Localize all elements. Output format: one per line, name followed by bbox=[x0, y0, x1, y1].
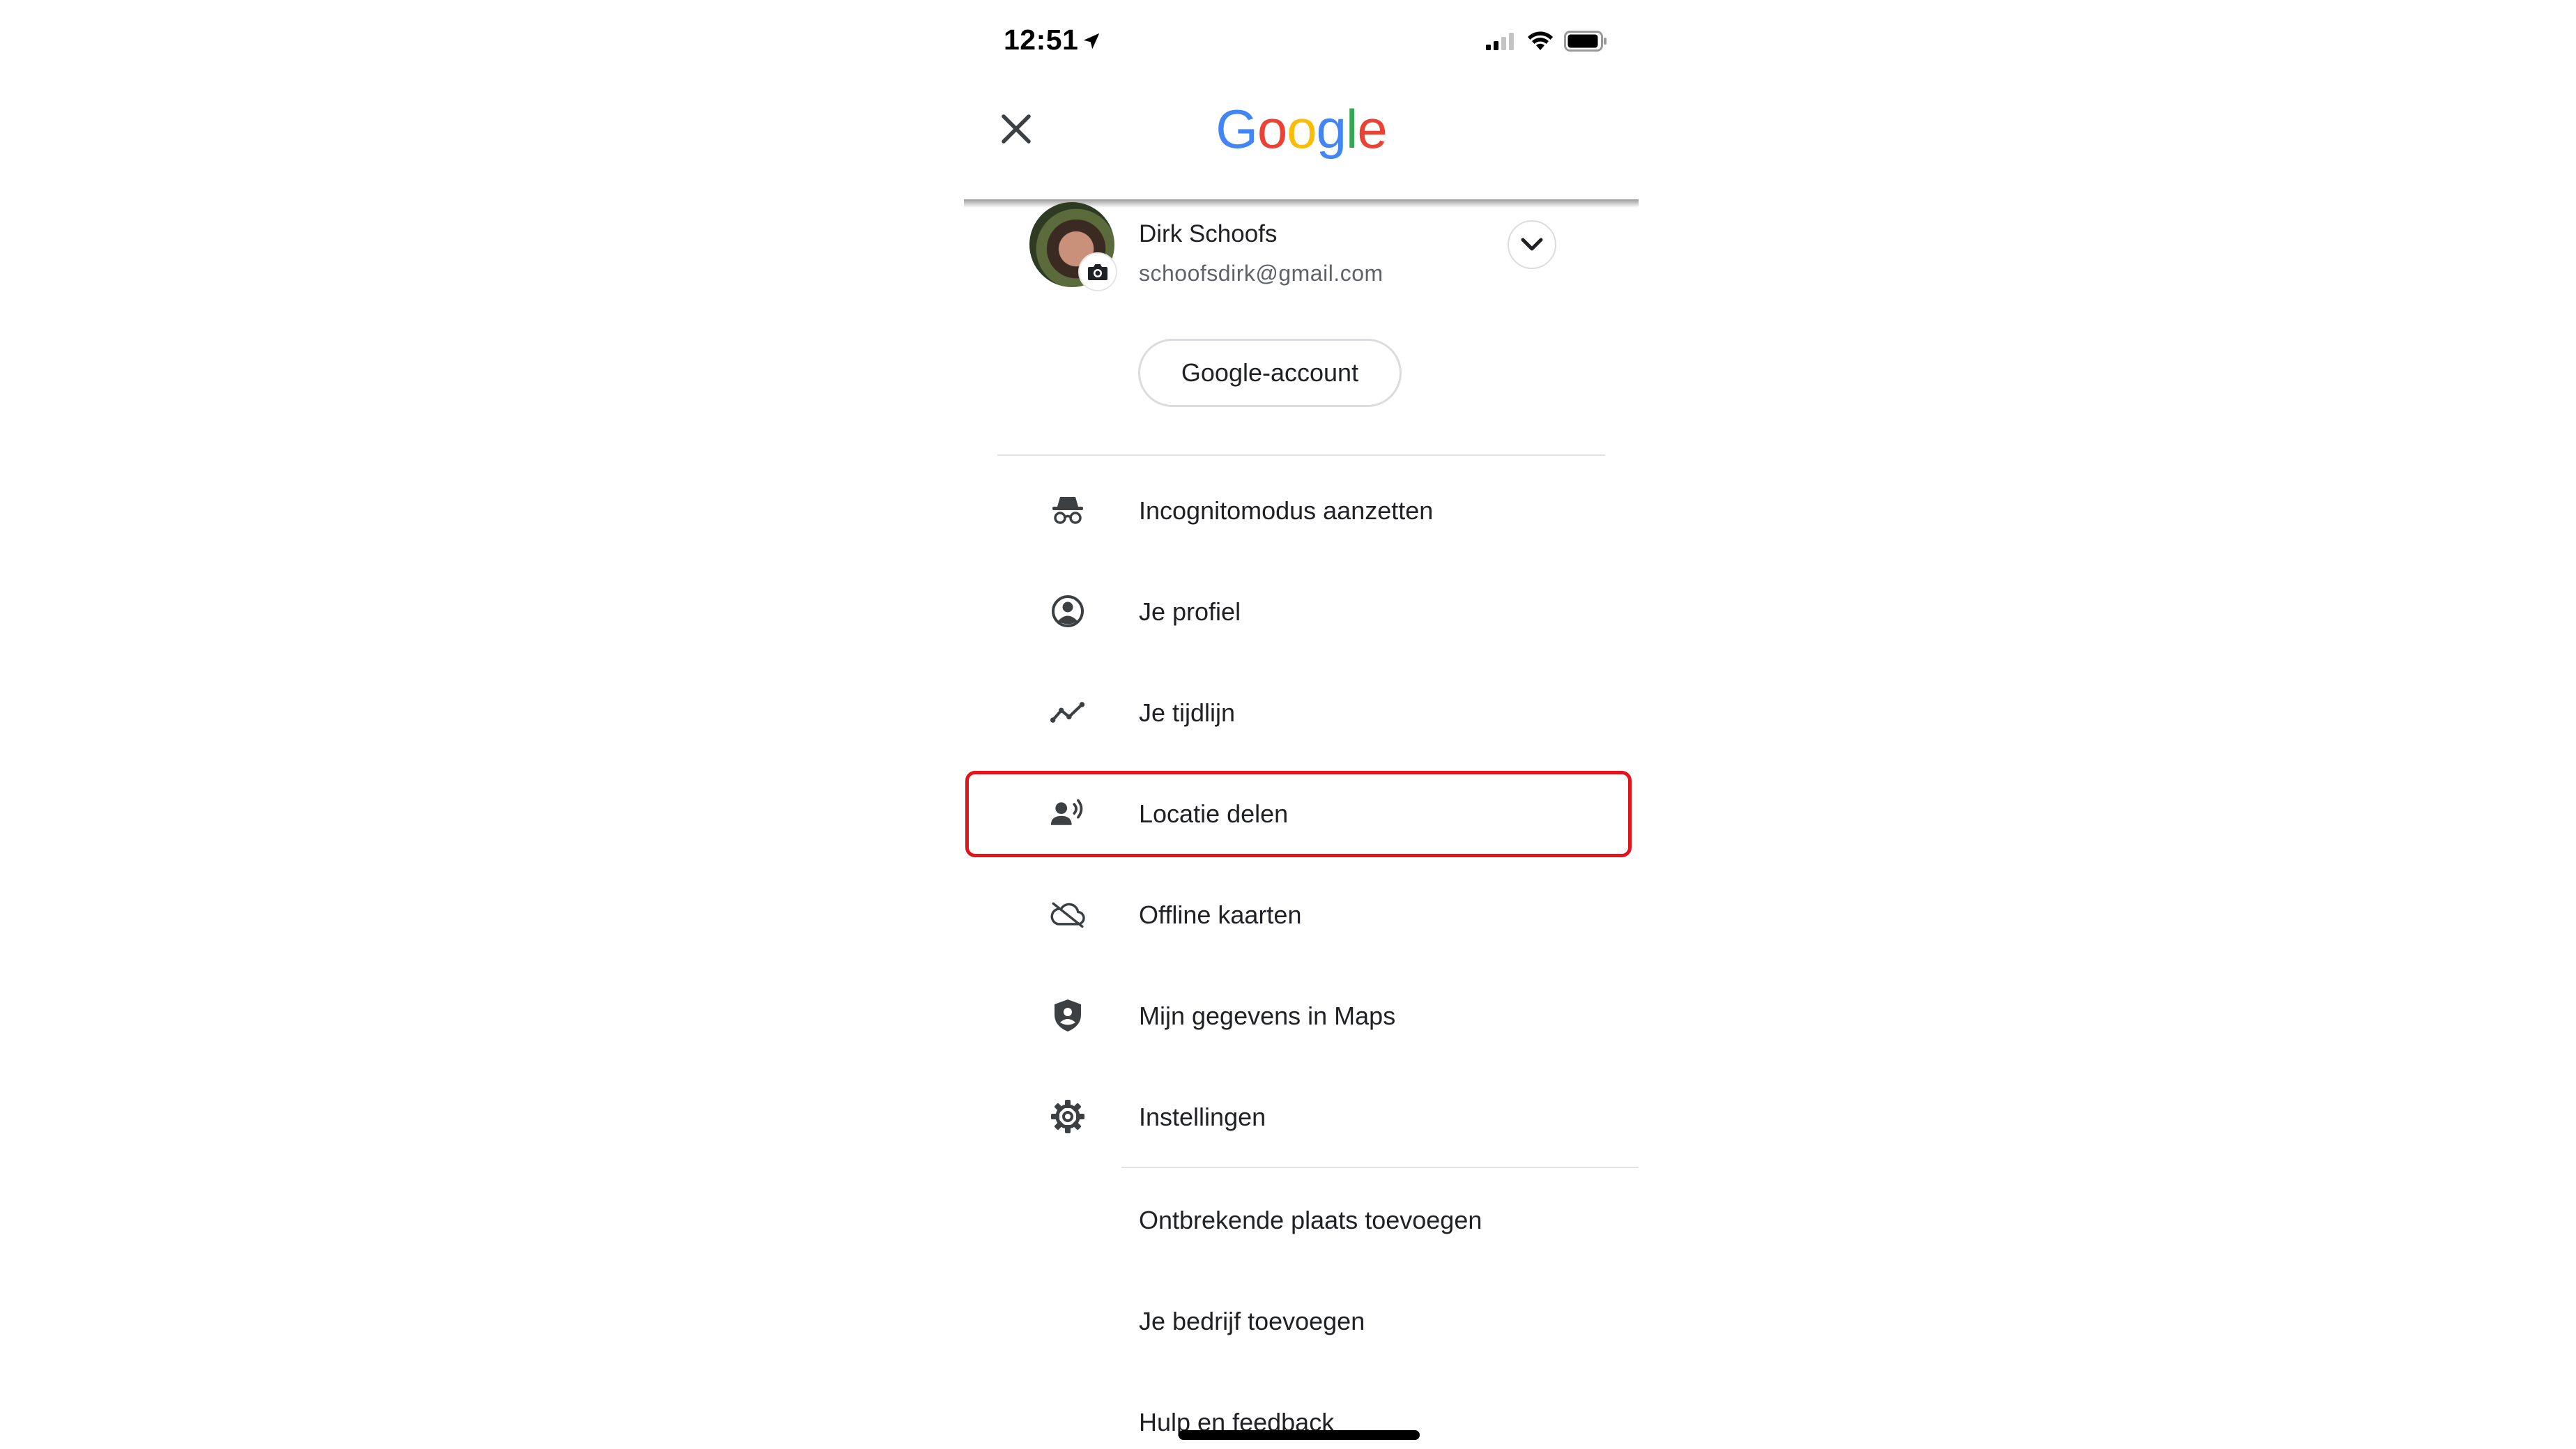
location-arrow-icon bbox=[1084, 33, 1100, 49]
menu-item-settings[interactable]: Instellingen bbox=[964, 1075, 1639, 1158]
menu-item-my-data[interactable]: Mijn gegevens in Maps bbox=[964, 974, 1639, 1057]
google-logo: Google bbox=[964, 98, 1639, 161]
menu-item-incognito[interactable]: Incognitomodus aanzetten bbox=[964, 468, 1639, 552]
account-name: Dirk Schoofs bbox=[1139, 220, 1278, 247]
status-time-text: 12:51 bbox=[1004, 24, 1079, 56]
menu-item-label: Incognitomodus aanzetten bbox=[1139, 496, 1434, 525]
menu-item-label: Mijn gegevens in Maps bbox=[1139, 1002, 1396, 1030]
google-account-button[interactable]: Google-account bbox=[1138, 339, 1402, 407]
timeline-icon bbox=[1050, 694, 1086, 730]
settings-gear-icon bbox=[1050, 1098, 1086, 1135]
account-switcher-button[interactable] bbox=[1508, 220, 1556, 269]
avatar-camera-badge[interactable] bbox=[1080, 254, 1116, 290]
menu-item-label: Locatie delen bbox=[1139, 799, 1289, 828]
google-logo-letter: o bbox=[1287, 98, 1317, 160]
menu-item-label: Je tijdlijn bbox=[1139, 698, 1236, 727]
profile-icon bbox=[1050, 593, 1086, 629]
status-indicators bbox=[1486, 31, 1607, 52]
avatar[interactable] bbox=[1029, 202, 1116, 290]
divider bbox=[997, 454, 1605, 456]
status-time: 12:51 bbox=[1004, 24, 1102, 56]
account-email: schoofsdirk@gmail.com bbox=[1139, 261, 1383, 286]
divider bbox=[1121, 1167, 1639, 1168]
location-sharing-icon bbox=[1050, 795, 1086, 831]
google-logo-letter: g bbox=[1316, 98, 1347, 160]
menu-item-label: Je bedrijf toevoegen bbox=[1139, 1307, 1365, 1335]
menu-item-timeline[interactable]: Je tijdlijn bbox=[964, 670, 1639, 754]
google-logo-letter: l bbox=[1346, 98, 1358, 160]
menu-item-offline-maps[interactable]: Offline kaarten bbox=[964, 873, 1639, 956]
battery-icon bbox=[1564, 31, 1607, 52]
chevron-down-icon bbox=[1521, 238, 1543, 251]
cellular-signal-icon bbox=[1486, 33, 1514, 50]
menu-item-label: Ontbrekende plaats toevoegen bbox=[1139, 1206, 1482, 1234]
menu-item-label: Je profiel bbox=[1139, 597, 1241, 626]
camera-icon bbox=[1088, 264, 1107, 280]
google-logo-letter: e bbox=[1357, 98, 1387, 160]
incognito-icon bbox=[1050, 492, 1086, 528]
menu-item-label: Instellingen bbox=[1139, 1103, 1266, 1131]
data-shield-icon bbox=[1050, 997, 1086, 1034]
google-logo-letter: G bbox=[1216, 98, 1258, 160]
home-indicator[interactable] bbox=[1179, 1430, 1420, 1440]
wifi-icon bbox=[1528, 31, 1553, 50]
menu-item-label: Offline kaarten bbox=[1139, 900, 1302, 929]
screen: 12:51 Google Dirk Schoofs schoofsdirk@gm… bbox=[0, 0, 2576, 1449]
menu-item-location-sharing[interactable]: Locatie delen bbox=[964, 772, 1639, 855]
google-logo-letter: o bbox=[1257, 98, 1287, 160]
menu-item-profile[interactable]: Je profiel bbox=[964, 569, 1639, 653]
menu-item-add-missing-place[interactable]: Ontbrekende plaats toevoegen bbox=[964, 1178, 1639, 1262]
menu-item-add-business[interactable]: Je bedrijf toevoegen bbox=[964, 1279, 1639, 1363]
offline-cloud-icon bbox=[1050, 896, 1086, 933]
phone-screen: 12:51 Google Dirk Schoofs schoofsdirk@gm… bbox=[964, 0, 1639, 1449]
